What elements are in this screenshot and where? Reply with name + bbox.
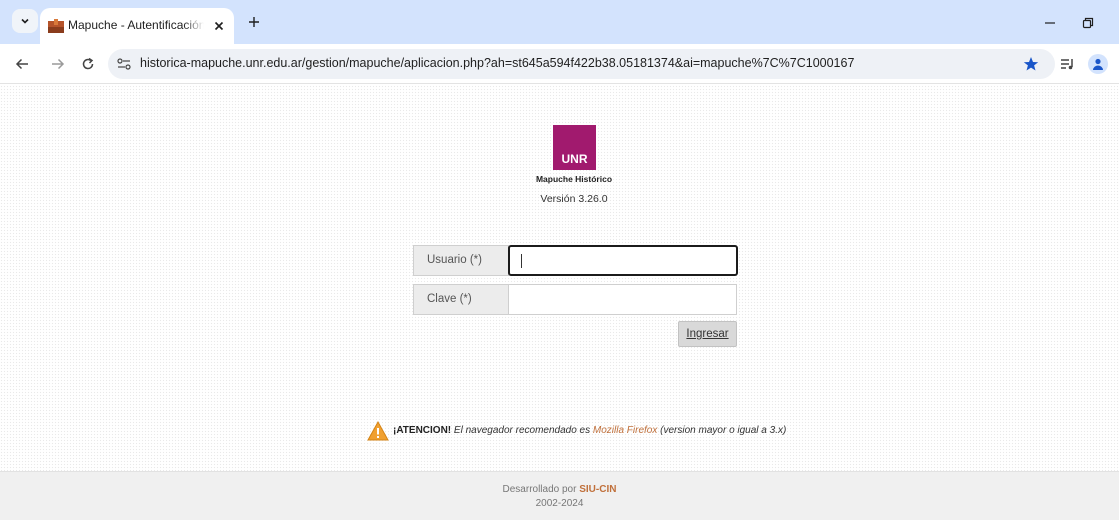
username-label: Usuario (*) — [413, 245, 509, 276]
new-tab-button[interactable] — [244, 12, 264, 32]
browser-notice: ¡ATENCION! El navegador recomendado es M… — [367, 421, 827, 441]
tune-icon — [117, 58, 131, 70]
bookmark-button[interactable] — [1022, 55, 1040, 73]
url-text: historica-mapuche.unr.edu.ar/gestion/map… — [140, 56, 855, 70]
firefox-link[interactable]: Mozilla Firefox — [593, 425, 657, 436]
arrow-left-icon — [15, 58, 28, 70]
tab-title: Mapuche - Autentificación de Usuario — [68, 18, 204, 32]
site-info-button[interactable] — [116, 56, 132, 72]
footer: Desarrollado por SIU-CIN 2002-2024 — [0, 471, 1119, 520]
playlist-icon — [1061, 59, 1073, 70]
username-input[interactable] — [508, 245, 738, 276]
page-content: UNR Mapuche Histórico Versión 3.26.0 Usu… — [0, 85, 1119, 520]
password-label: Clave (*) — [413, 284, 509, 315]
forward-button[interactable] — [48, 54, 68, 74]
window-restore-button[interactable] — [1078, 13, 1098, 33]
star-icon — [1023, 57, 1039, 71]
browser-toolbar: historica-mapuche.unr.edu.ar/gestion/map… — [0, 44, 1119, 84]
reload-icon — [82, 57, 94, 70]
notice-prefix: ¡ATENCION! — [393, 425, 452, 436]
password-input[interactable] — [508, 284, 737, 315]
address-bar[interactable]: historica-mapuche.unr.edu.ar/gestion/map… — [108, 49, 1055, 79]
footer-developer: SIU-CIN — [579, 484, 617, 495]
warning-icon — [367, 421, 389, 441]
restore-icon — [1082, 17, 1094, 29]
tab-close-button[interactable] — [210, 17, 228, 35]
mapuche-favicon-icon — [48, 19, 64, 33]
plus-icon — [249, 17, 259, 27]
reading-list-button[interactable] — [1058, 54, 1078, 74]
notice-text: ¡ATENCION! El navegador recomendado es M… — [393, 425, 786, 436]
notice-after: (version mayor o igual a 3.x) — [660, 425, 787, 436]
app-name: Mapuche Histórico — [535, 174, 613, 184]
arrow-right-icon — [52, 58, 65, 70]
profile-button[interactable] — [1088, 54, 1108, 74]
chevron-down-icon — [21, 18, 29, 24]
tab-search-button[interactable] — [12, 9, 38, 33]
minimize-icon — [1045, 22, 1055, 24]
login-button-label: Ingresar — [686, 328, 729, 340]
version-label: Versión 3.26.0 — [540, 193, 608, 205]
footer-years: 2002-2024 — [535, 498, 584, 509]
window-minimize-button[interactable] — [1040, 13, 1060, 33]
back-button[interactable] — [12, 54, 32, 74]
login-button[interactable]: Ingresar — [678, 321, 737, 347]
tab-strip: Mapuche - Autentificación de Usuario — [0, 0, 1119, 44]
logo-text: UNR — [561, 152, 588, 166]
avatar-icon — [1093, 58, 1103, 70]
reload-button[interactable] — [78, 54, 98, 74]
text-caret — [521, 254, 522, 268]
active-tab[interactable]: Mapuche - Autentificación de Usuario — [40, 8, 234, 44]
notice-before: El navegador recomendado es — [453, 425, 591, 436]
unr-logo: UNR — [553, 125, 596, 170]
close-icon — [214, 21, 224, 31]
footer-developed-by: Desarrollado por — [502, 484, 577, 495]
footer-credits: Desarrollado por SIU-CIN — [0, 484, 1119, 495]
